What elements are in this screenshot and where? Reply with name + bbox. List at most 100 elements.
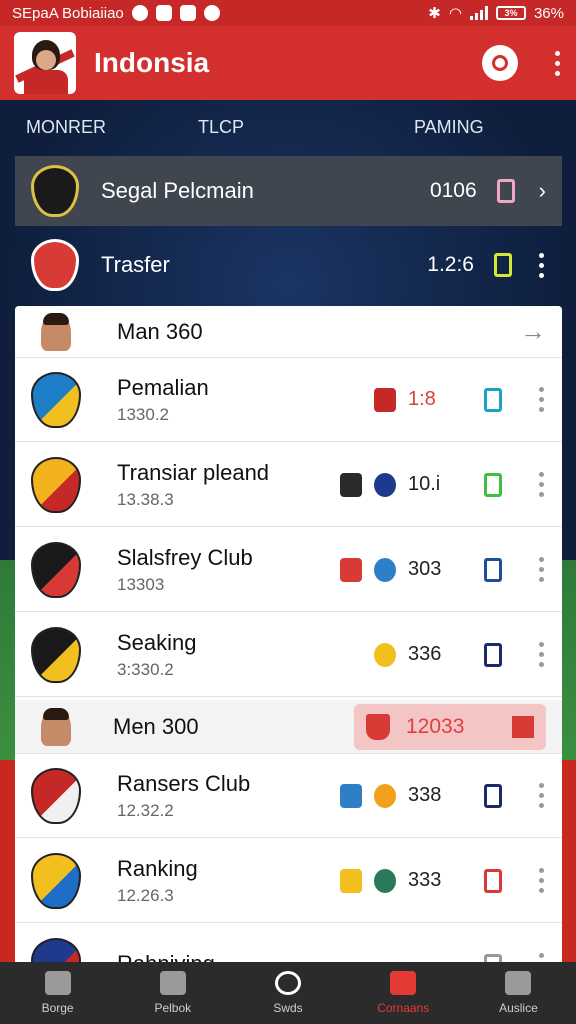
item-subtitle: 12.26.3 xyxy=(117,885,174,905)
status-bar: SEpaA Bobiaiiao ✱ ◠ 3% 36% xyxy=(0,0,576,26)
arrow-right-icon[interactable]: → xyxy=(520,316,546,347)
stadium-icon xyxy=(390,971,417,995)
team-badge-icon xyxy=(374,557,396,582)
avatar xyxy=(41,707,71,746)
avatar xyxy=(41,312,71,351)
club-crest-icon xyxy=(31,767,81,824)
nav-label: Auslice xyxy=(499,1001,538,1015)
shield-icon xyxy=(366,713,390,740)
compass-icon xyxy=(275,971,301,995)
tag-icon xyxy=(484,472,502,497)
wifi-icon: ◠ xyxy=(448,5,462,22)
item-menu-button[interactable] xyxy=(536,783,546,808)
item-value: 338 xyxy=(408,784,442,806)
account-icon xyxy=(492,55,508,71)
item-menu-button[interactable] xyxy=(536,252,546,278)
team-badge-icon xyxy=(340,783,362,808)
item-title: Ransers Club xyxy=(117,770,251,796)
app-logo[interactable] xyxy=(14,32,76,94)
item-title: Ranking xyxy=(117,855,198,881)
item-title: Trasfer xyxy=(101,252,170,277)
item-subtitle: 3:330.2 xyxy=(117,659,174,679)
nav-auslice[interactable]: Auslice xyxy=(461,962,576,1024)
club-crest-icon xyxy=(31,541,81,598)
item-value: 1:8 xyxy=(408,388,436,410)
item-value: 0106 xyxy=(429,179,477,202)
item-value: 333 xyxy=(408,869,442,891)
item-title: Segal Pelcmain xyxy=(101,178,254,203)
team-badge-icon xyxy=(340,557,362,582)
overflow-menu-button[interactable] xyxy=(552,50,562,76)
person-icon xyxy=(505,971,532,995)
bottom-navigation: Borge Pelbok Swds Cornaans Auslice xyxy=(0,962,576,1024)
tag-icon xyxy=(484,868,502,893)
chevron-right-icon[interactable]: › xyxy=(539,178,546,204)
bluetooth-icon: ✱ xyxy=(428,5,441,22)
list-item[interactable]: Pemalian 1330.2 1:8 xyxy=(15,358,562,442)
item-menu-button[interactable] xyxy=(536,472,546,497)
nav-borge[interactable]: Borge xyxy=(0,962,115,1024)
tab-monrer[interactable]: MONRER xyxy=(26,117,106,138)
team-badge-icon xyxy=(374,868,396,893)
club-crest-icon xyxy=(31,371,81,428)
app-bar: Indonsia xyxy=(0,26,576,100)
highlight-value: 12033 xyxy=(406,714,465,738)
message-icon xyxy=(155,5,172,21)
team-badge-icon xyxy=(374,387,396,412)
nav-label: Cornaans xyxy=(377,1001,430,1015)
nav-label: Borge xyxy=(41,1001,74,1015)
status-app-text: SEpaA Bobiaiiao xyxy=(12,4,124,22)
item-value: 336 xyxy=(408,643,442,665)
list-item[interactable]: Slalsfrey Club 13303 303 xyxy=(15,528,562,612)
item-subtitle: 13303 xyxy=(117,574,165,594)
item-menu-button[interactable] xyxy=(536,557,546,582)
item-menu-button[interactable] xyxy=(536,868,546,893)
item-title: Slalsfrey Club xyxy=(117,544,253,570)
tab-tlcp[interactable]: TLCP xyxy=(198,117,244,138)
item-value: 1.2:6 xyxy=(427,253,474,276)
tag-icon xyxy=(484,783,502,808)
list-item[interactable]: Transiar pleand 13.38.3 10.i xyxy=(15,443,562,527)
chat-icon xyxy=(44,971,71,995)
list-header-title: Man 360 xyxy=(117,318,203,344)
battery-percent: 36% xyxy=(533,4,564,22)
team-badge-icon xyxy=(340,472,362,497)
account-button[interactable] xyxy=(482,45,518,81)
tag-icon xyxy=(496,179,515,203)
page-title: Indonsia xyxy=(94,47,210,78)
signal-icon xyxy=(469,6,488,20)
team-badge-icon xyxy=(340,868,362,893)
club-crest-icon xyxy=(31,239,79,291)
nav-pelbok[interactable]: Pelbok xyxy=(115,962,230,1024)
battery-icon: 3% xyxy=(495,6,526,20)
item-menu-button[interactable] xyxy=(536,387,546,412)
tag-icon xyxy=(494,253,512,277)
list-item[interactable]: Seaking 3:330.2 336 xyxy=(15,613,562,697)
tab-paming[interactable]: PAMING xyxy=(414,117,484,138)
list-item[interactable]: Ransers Club 12.32.2 338 xyxy=(15,754,562,838)
item-menu-button[interactable] xyxy=(536,642,546,667)
highlight-badge[interactable]: 12033 xyxy=(354,703,546,750)
nav-label: Pelbok xyxy=(154,1001,192,1015)
item-subtitle: 13.38.3 xyxy=(117,489,174,509)
nav-label: Swds xyxy=(273,1001,303,1015)
item-value: 303 xyxy=(408,558,442,580)
item-title: Transiar pleand xyxy=(117,459,270,485)
puzzle-icon xyxy=(159,971,186,995)
list-header-row[interactable]: Man 360 → xyxy=(15,306,562,358)
mail-icon xyxy=(179,5,196,21)
nav-swds[interactable]: Swds xyxy=(230,962,345,1024)
club-crest-icon xyxy=(31,456,81,513)
list-item[interactable]: Segal Pelcmain 0106 › xyxy=(15,156,562,226)
team-badge-icon xyxy=(374,642,396,667)
whatsapp-icon xyxy=(131,5,148,21)
nav-cornaans[interactable]: Cornaans xyxy=(346,962,461,1024)
list-item[interactable]: Trasfer 1.2:6 xyxy=(15,230,562,300)
club-list: Man 360 → Men 300 12033 Pemalian 1330.2 1:… xyxy=(15,306,562,966)
tag-icon xyxy=(484,642,502,667)
flag-icon xyxy=(512,715,534,738)
list-item[interactable]: Ranking 12.26.3 333 xyxy=(15,839,562,923)
list-item[interactable]: Rahniving xyxy=(15,924,562,966)
highlight-row[interactable]: Men 300 12033 xyxy=(15,700,562,754)
item-title: Pemalian xyxy=(117,374,209,400)
